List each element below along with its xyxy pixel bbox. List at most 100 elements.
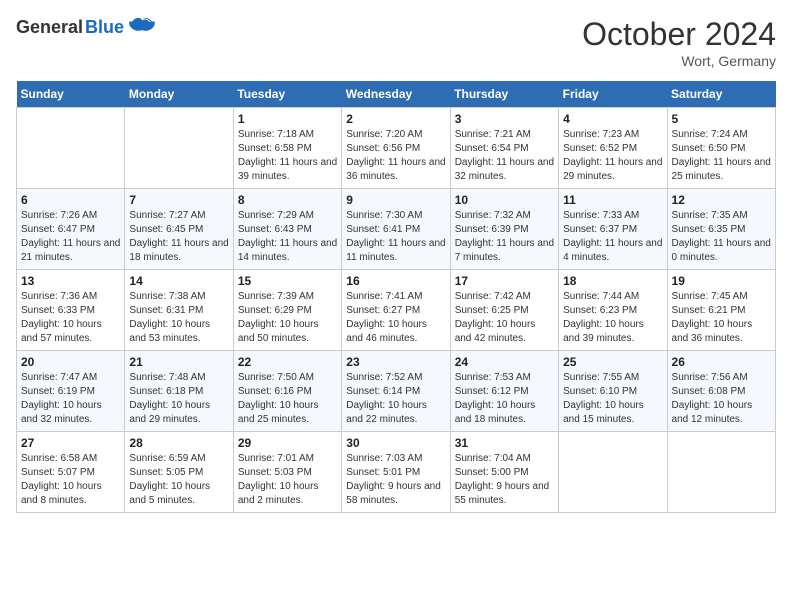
day-number: 4 — [563, 112, 662, 126]
calendar-cell: 25 Sunrise: 7:55 AM Sunset: 6:10 PM Dayli… — [559, 351, 667, 432]
day-info: Sunrise: 7:04 AM Sunset: 5:00 PM Dayligh… — [455, 452, 554, 508]
calendar-cell: 24 Sunrise: 7:53 AM Sunset: 6:12 PM Dayli… — [450, 351, 558, 432]
day-info: Sunrise: 7:42 AM Sunset: 6:25 PM Dayligh… — [455, 290, 554, 346]
calendar-cell: 12Sunrise: 7:35 AM Sunset: 6:35 PM Dayli… — [667, 189, 775, 270]
calendar-cell — [559, 432, 667, 513]
calendar-cell: 6 Sunrise: 7:26 AM Sunset: 6:47 PM Daylig… — [17, 189, 125, 270]
day-info: Sunrise: 6:59 AM Sunset: 5:05 PM Dayligh… — [129, 452, 228, 508]
day-info: Sunrise: 7:24 AM Sunset: 6:50 PM Dayligh… — [672, 128, 771, 184]
day-info: Sunrise: 7:29 AM Sunset: 6:43 PM Dayligh… — [238, 209, 337, 265]
logo: General Blue — [16, 16, 156, 38]
day-number: 15 — [238, 274, 337, 288]
page-header: General Blue October 2024 Wort, Germany — [16, 16, 776, 69]
day-number: 3 — [455, 112, 554, 126]
week-row-1: 1Sunrise: 7:18 AM Sunset: 6:58 PM Daylig… — [17, 108, 776, 189]
day-info: Sunrise: 7:23 AM Sunset: 6:52 PM Dayligh… — [563, 128, 662, 184]
calendar-cell — [17, 108, 125, 189]
calendar-cell: 1Sunrise: 7:18 AM Sunset: 6:58 PM Daylig… — [233, 108, 341, 189]
calendar-cell: 10Sunrise: 7:32 AM Sunset: 6:39 PM Dayli… — [450, 189, 558, 270]
month-title: October 2024 — [582, 16, 776, 53]
calendar-cell: 29Sunrise: 7:01 AM Sunset: 5:03 PM Dayli… — [233, 432, 341, 513]
day-number: 27 — [21, 436, 120, 450]
day-info: Sunrise: 7:45 AM Sunset: 6:21 PM Dayligh… — [672, 290, 771, 346]
day-number: 2 — [346, 112, 445, 126]
day-info: Sunrise: 7:03 AM Sunset: 5:01 PM Dayligh… — [346, 452, 445, 508]
day-number: 18 — [563, 274, 662, 288]
day-number: 6 — [21, 193, 120, 207]
day-info: Sunrise: 7:27 AM Sunset: 6:45 PM Dayligh… — [129, 209, 228, 265]
day-number: 20 — [21, 355, 120, 369]
day-info: Sunrise: 7:21 AM Sunset: 6:54 PM Dayligh… — [455, 128, 554, 184]
calendar-cell: 26Sunrise: 7:56 AM Sunset: 6:08 PM Dayli… — [667, 351, 775, 432]
day-number: 25 — [563, 355, 662, 369]
day-number: 28 — [129, 436, 228, 450]
calendar-cell: 3 Sunrise: 7:21 AM Sunset: 6:54 PM Daylig… — [450, 108, 558, 189]
day-number: 24 — [455, 355, 554, 369]
day-number: 8 — [238, 193, 337, 207]
day-info: Sunrise: 7:30 AM Sunset: 6:41 PM Dayligh… — [346, 209, 445, 265]
calendar-cell: 16 Sunrise: 7:41 AM Sunset: 6:27 PM Dayli… — [342, 270, 450, 351]
calendar-cell: 5 Sunrise: 7:24 AM Sunset: 6:50 PM Daylig… — [667, 108, 775, 189]
weekday-header-wednesday: Wednesday — [342, 81, 450, 108]
day-number: 11 — [563, 193, 662, 207]
day-info: Sunrise: 7:32 AM Sunset: 6:39 PM Dayligh… — [455, 209, 554, 265]
day-number: 7 — [129, 193, 228, 207]
day-number: 16 — [346, 274, 445, 288]
weekday-header-tuesday: Tuesday — [233, 81, 341, 108]
calendar-cell: 31 Sunrise: 7:04 AM Sunset: 5:00 PM Dayli… — [450, 432, 558, 513]
calendar-cell: 22 Sunrise: 7:50 AM Sunset: 6:16 PM Dayli… — [233, 351, 341, 432]
day-info: Sunrise: 6:58 AM Sunset: 5:07 PM Dayligh… — [21, 452, 120, 508]
day-number: 21 — [129, 355, 228, 369]
day-number: 26 — [672, 355, 771, 369]
day-info: Sunrise: 7:01 AM Sunset: 5:03 PM Dayligh… — [238, 452, 337, 508]
calendar-table: SundayMondayTuesdayWednesdayThursdayFrid… — [16, 81, 776, 513]
day-info: Sunrise: 7:55 AM Sunset: 6:10 PM Dayligh… — [563, 371, 662, 427]
week-row-4: 20 Sunrise: 7:47 AM Sunset: 6:19 PM Dayli… — [17, 351, 776, 432]
day-number: 9 — [346, 193, 445, 207]
day-number: 31 — [455, 436, 554, 450]
calendar-cell: 4 Sunrise: 7:23 AM Sunset: 6:52 PM Daylig… — [559, 108, 667, 189]
day-number: 13 — [21, 274, 120, 288]
calendar-cell: 7 Sunrise: 7:27 AM Sunset: 6:45 PM Daylig… — [125, 189, 233, 270]
day-number: 23 — [346, 355, 445, 369]
calendar-cell: 8 Sunrise: 7:29 AM Sunset: 6:43 PM Daylig… — [233, 189, 341, 270]
week-row-2: 6 Sunrise: 7:26 AM Sunset: 6:47 PM Daylig… — [17, 189, 776, 270]
calendar-cell: 27 Sunrise: 6:58 AM Sunset: 5:07 PM Dayli… — [17, 432, 125, 513]
day-info: Sunrise: 7:41 AM Sunset: 6:27 PM Dayligh… — [346, 290, 445, 346]
calendar-cell: 17 Sunrise: 7:42 AM Sunset: 6:25 PM Dayli… — [450, 270, 558, 351]
calendar-cell: 19 Sunrise: 7:45 AM Sunset: 6:21 PM Dayli… — [667, 270, 775, 351]
calendar-cell: 21Sunrise: 7:48 AM Sunset: 6:18 PM Dayli… — [125, 351, 233, 432]
calendar-cell: 30 Sunrise: 7:03 AM Sunset: 5:01 PM Dayli… — [342, 432, 450, 513]
calendar-cell — [125, 108, 233, 189]
weekday-header-row: SundayMondayTuesdayWednesdayThursdayFrid… — [17, 81, 776, 108]
day-info: Sunrise: 7:52 AM Sunset: 6:14 PM Dayligh… — [346, 371, 445, 427]
day-info: Sunrise: 7:53 AM Sunset: 6:12 PM Dayligh… — [455, 371, 554, 427]
day-info: Sunrise: 7:47 AM Sunset: 6:19 PM Dayligh… — [21, 371, 120, 427]
day-info: Sunrise: 7:26 AM Sunset: 6:47 PM Dayligh… — [21, 209, 120, 265]
location: Wort, Germany — [582, 53, 776, 69]
calendar-cell: 9 Sunrise: 7:30 AM Sunset: 6:41 PM Daylig… — [342, 189, 450, 270]
calendar-cell: 23 Sunrise: 7:52 AM Sunset: 6:14 PM Dayli… — [342, 351, 450, 432]
logo-icon: General Blue — [16, 16, 156, 38]
day-number: 30 — [346, 436, 445, 450]
calendar-cell: 13 Sunrise: 7:36 AM Sunset: 6:33 PM Dayli… — [17, 270, 125, 351]
day-number: 5 — [672, 112, 771, 126]
calendar-cell: 18Sunrise: 7:44 AM Sunset: 6:23 PM Dayli… — [559, 270, 667, 351]
week-row-5: 27 Sunrise: 6:58 AM Sunset: 5:07 PM Dayli… — [17, 432, 776, 513]
weekday-header-thursday: Thursday — [450, 81, 558, 108]
calendar-cell — [667, 432, 775, 513]
day-info: Sunrise: 7:36 AM Sunset: 6:33 PM Dayligh… — [21, 290, 120, 346]
day-number: 19 — [672, 274, 771, 288]
day-info: Sunrise: 7:20 AM Sunset: 6:56 PM Dayligh… — [346, 128, 445, 184]
weekday-header-friday: Friday — [559, 81, 667, 108]
day-number: 14 — [129, 274, 228, 288]
logo-blue-text: Blue — [85, 17, 124, 38]
calendar-cell: 28 Sunrise: 6:59 AM Sunset: 5:05 PM Dayli… — [125, 432, 233, 513]
day-number: 17 — [455, 274, 554, 288]
logo-general-text: General — [16, 17, 83, 38]
day-number: 22 — [238, 355, 337, 369]
calendar-cell: 20 Sunrise: 7:47 AM Sunset: 6:19 PM Dayli… — [17, 351, 125, 432]
day-info: Sunrise: 7:38 AM Sunset: 6:31 PM Dayligh… — [129, 290, 228, 346]
calendar-cell: 11Sunrise: 7:33 AM Sunset: 6:37 PM Dayli… — [559, 189, 667, 270]
day-info: Sunrise: 7:50 AM Sunset: 6:16 PM Dayligh… — [238, 371, 337, 427]
